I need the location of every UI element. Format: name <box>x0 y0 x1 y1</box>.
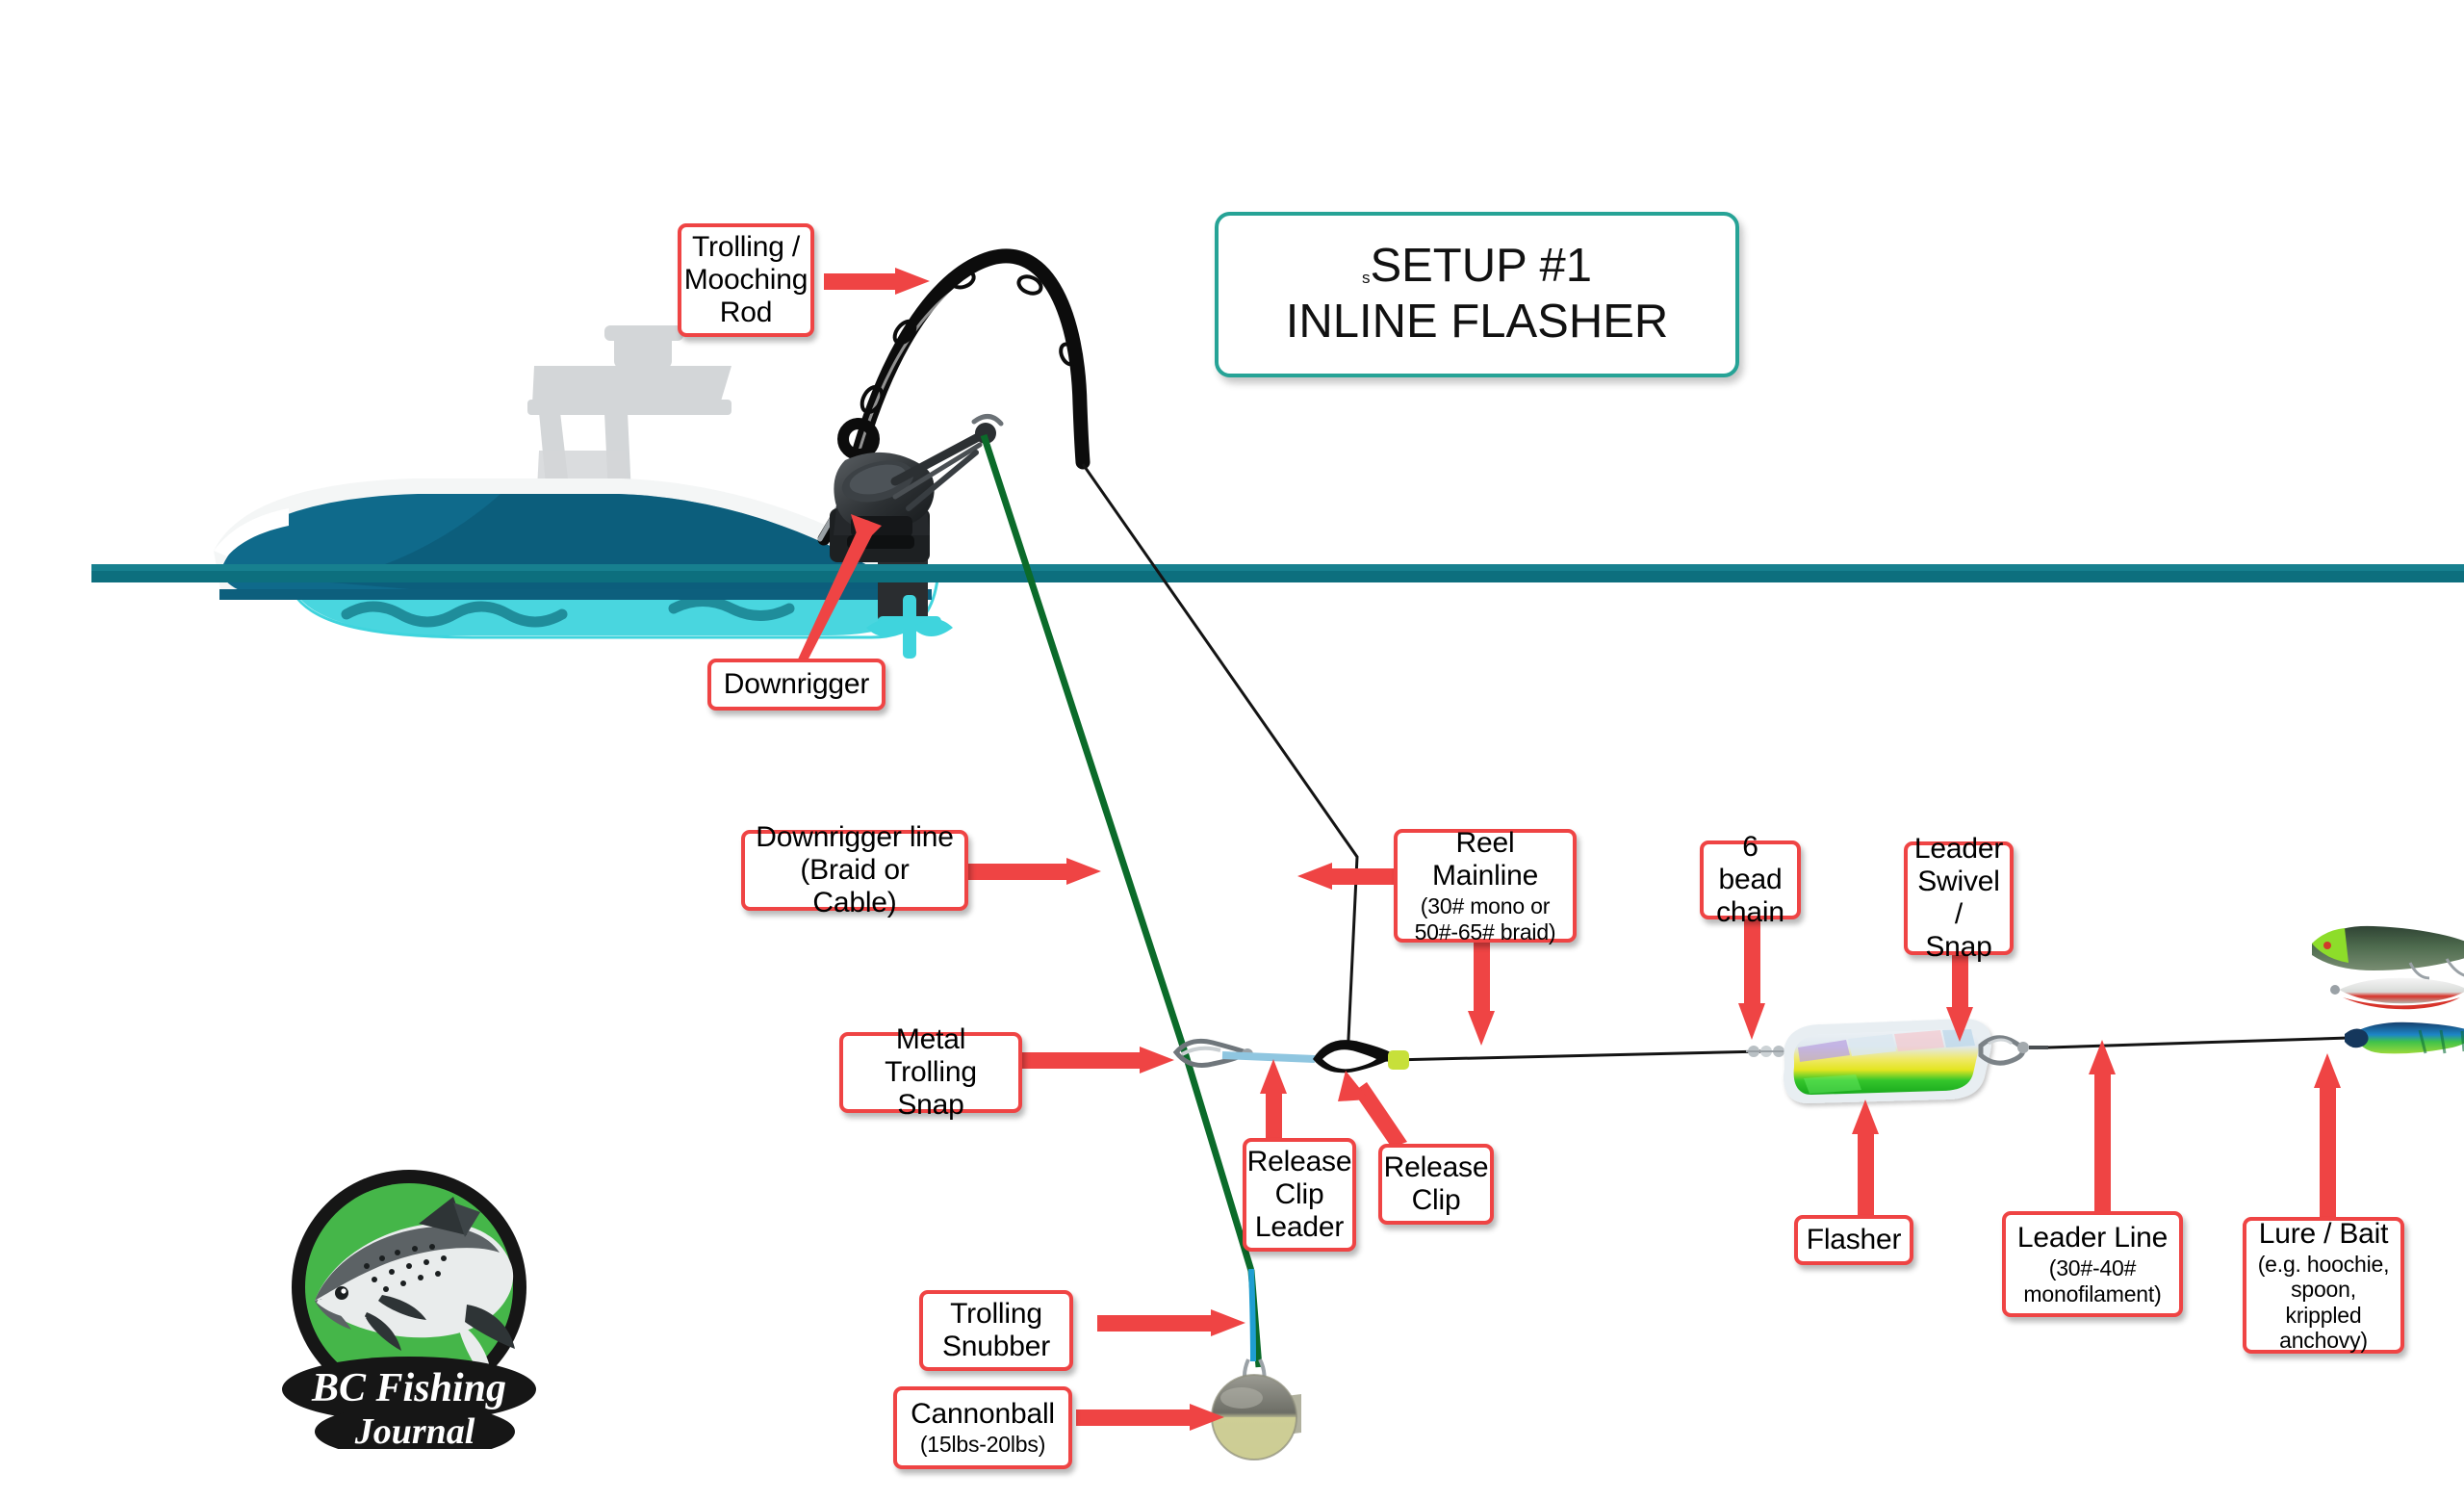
title-line-2: INLINE FLASHER <box>1285 296 1669 348</box>
trolling-snubber-graphic <box>1248 1268 1256 1362</box>
label-release-clip[interactable]: Release Clip <box>1378 1144 1494 1225</box>
label-flasher[interactable]: Flasher <box>1794 1215 1913 1265</box>
title-box: sSETUP #1 INLINE FLASHER <box>1215 212 1739 377</box>
leader-swivel-snap-graphic <box>1978 1035 2048 1066</box>
label-subtitle: (e.g. hoochie, spoon, krippled anchovy) <box>2257 1252 2390 1353</box>
label-title: Cannonball <box>911 1398 1055 1431</box>
cannonball-graphic <box>1211 1374 1301 1461</box>
arrow-reel-mainline-left <box>1297 863 1407 890</box>
arrow-reel-mainline-down <box>1468 939 1495 1046</box>
label-subtitle: (30#-40# monofilament) <box>2023 1255 2162 1306</box>
label-title: Reel Mainline <box>1431 827 1539 892</box>
title-line-1: sSETUP #1 <box>1362 239 1592 295</box>
label-cannonball[interactable]: Cannonball (15lbs-20lbs) <box>893 1386 1072 1469</box>
label-title: Release Clip <box>1383 1151 1489 1216</box>
arrow-trolling-rod <box>824 268 930 295</box>
label-leader-swivel-snap[interactable]: Leader Swivel / Snap <box>1904 833 2014 963</box>
label-leader-line[interactable]: Leader Line (30#-40# monofilament) <box>2002 1211 2183 1317</box>
label-downrigger[interactable]: Downrigger <box>707 659 886 711</box>
label-title: Downrigger line (Braid or Cable) <box>756 820 954 919</box>
label-subtitle: (30# mono or 50#-65# braid) <box>1414 893 1556 944</box>
label-bead-chain[interactable]: 6 bead chain <box>1700 831 1801 928</box>
label-title: Release Clip Leader <box>1246 1145 1352 1244</box>
arrow-downrigger-line <box>962 858 1101 885</box>
arrow-leader-line <box>2089 1040 2116 1211</box>
lure-spoon <box>2330 977 2464 1010</box>
label-title: Trolling / Mooching Rod <box>683 230 808 329</box>
arrow-metal-trolling-snap <box>1020 1047 1174 1073</box>
label-title: Flasher <box>1806 1223 1902 1255</box>
release-clip-leader-graphic <box>1221 1051 1316 1063</box>
label-metal-trolling-snap[interactable]: Metal Trolling Snap <box>839 1023 1022 1121</box>
arrow-release-clip <box>1338 1071 1407 1148</box>
lure-krippled-anchovy <box>2312 925 2464 980</box>
logo-line-2: Journal <box>354 1411 475 1449</box>
label-trolling-snubber[interactable]: Trolling Snubber <box>919 1290 1073 1371</box>
diagram-canvas: sSETUP #1 INLINE FLASHER BC Fishing Jour… <box>0 0 2464 1500</box>
label-reel-mainline[interactable]: Reel Mainline (30# mono or 50#-65# braid… <box>1394 827 1577 944</box>
logo-line-1: BC Fishing <box>311 1366 506 1410</box>
leader-line-graphic <box>2047 1036 2349 1049</box>
title-main: SETUP #1 <box>1370 240 1593 293</box>
bc-fishing-journal-logo: BC Fishing Journal <box>282 1170 536 1449</box>
label-release-clip-leader[interactable]: Release Clip Leader <box>1243 1138 1356 1252</box>
label-downrigger-line[interactable]: Downrigger line (Braid or Cable) <box>741 821 968 918</box>
label-subtitle: (15lbs-20lbs) <box>919 1432 1046 1458</box>
label-title: Metal Trolling Snap <box>885 1022 977 1122</box>
label-title: Downrigger <box>723 667 870 700</box>
water-surface-line <box>91 564 2464 582</box>
label-title: Trolling Snubber <box>941 1297 1051 1362</box>
label-title: Leader Line <box>2016 1222 2169 1254</box>
arrow-flasher <box>1852 1099 1879 1215</box>
label-title: Lure / Bait <box>2258 1217 2389 1250</box>
label-lure-bait[interactable]: Lure / Bait (e.g. hoochie, spoon, krippl… <box>2243 1217 2404 1354</box>
arrow-cannonball <box>1076 1404 1224 1431</box>
label-trolling-mooching-rod[interactable]: Trolling / Mooching Rod <box>678 223 814 337</box>
lure-hoochie <box>2345 1022 2464 1054</box>
arrow-release-clip-leader <box>1260 1059 1287 1148</box>
mainline-to-beadchain <box>1350 1049 1764 1063</box>
label-title: 6 bead chain <box>1716 830 1784 929</box>
reel-mainline-graphic <box>1081 463 1359 1060</box>
release-clip-graphic <box>1313 1040 1409 1073</box>
arrow-trolling-snubber <box>1097 1309 1245 1336</box>
label-title: Leader Swivel / Snap <box>1913 832 2004 964</box>
arrow-lure-bait <box>2314 1053 2341 1223</box>
